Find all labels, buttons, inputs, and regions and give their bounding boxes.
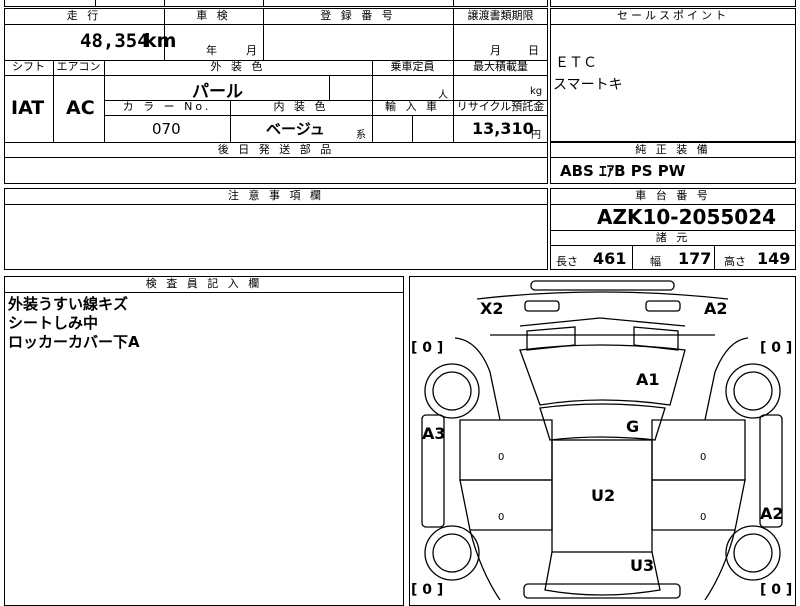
tire-tread-fl: [ 0 ] bbox=[411, 340, 444, 356]
panel-zero: 0 bbox=[498, 512, 505, 523]
damage-mark: U3 bbox=[630, 556, 655, 575]
damage-mark: A1 bbox=[636, 370, 660, 389]
panel-zero: 0 bbox=[700, 452, 707, 463]
damage-mark: X2 bbox=[480, 299, 504, 318]
panel-zero: 0 bbox=[498, 452, 505, 463]
tire-tread-rr: [ 0 ] bbox=[760, 582, 793, 598]
damage-mark: A3 bbox=[422, 424, 446, 443]
damage-mark: G bbox=[626, 417, 640, 436]
damage-mark: U2 bbox=[591, 486, 616, 505]
tire-tread-fr: [ 0 ] bbox=[760, 340, 793, 356]
damage-mark: A2 bbox=[760, 504, 784, 523]
car-outline-drawing bbox=[421, 280, 783, 600]
damage-mark: A2 bbox=[704, 299, 728, 318]
panel-zero: 0 bbox=[700, 512, 707, 523]
tire-tread-rl: [ 0 ] bbox=[411, 582, 444, 598]
